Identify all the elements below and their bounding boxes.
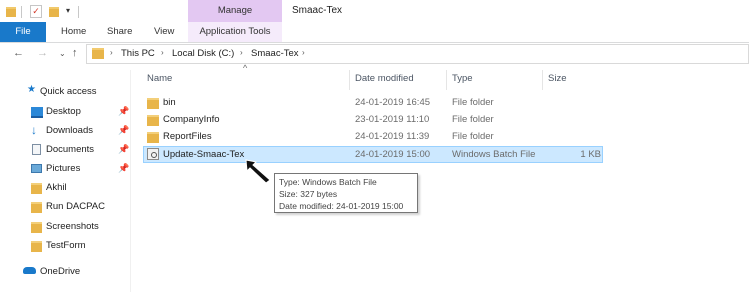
documents-icon bbox=[32, 144, 41, 155]
tab-share[interactable]: Share bbox=[107, 22, 132, 42]
nav-item-run-dacpac[interactable]: Run DACPAC bbox=[46, 201, 105, 212]
nav-item-onedrive[interactable]: OneDrive bbox=[40, 266, 80, 277]
column-divider[interactable] bbox=[446, 70, 447, 90]
title-bar bbox=[0, 0, 749, 24]
file-name[interactable]: bin bbox=[163, 97, 176, 108]
tab-file[interactable]: File bbox=[0, 22, 46, 42]
properties-icon[interactable]: ✓ bbox=[30, 5, 42, 18]
file-date: 24-01-2019 11:39 bbox=[355, 131, 430, 142]
tooltip-date: Date modified: 24-01-2019 15:00 bbox=[279, 201, 404, 211]
column-header-type[interactable]: Type bbox=[452, 73, 473, 84]
breadcrumb-local-disk[interactable]: Local Disk (C:) bbox=[172, 48, 234, 59]
file-date: 23-01-2019 11:10 bbox=[355, 114, 430, 125]
tooltip-size: Size: 327 bytes bbox=[279, 189, 338, 199]
star-icon: ★ bbox=[27, 84, 36, 95]
column-header-date-modified[interactable]: Date modified bbox=[355, 73, 414, 84]
up-arrow-icon[interactable]: ↑ bbox=[72, 47, 78, 59]
download-icon: ↓ bbox=[31, 123, 37, 137]
file-name[interactable]: Update-Smaac-Tex bbox=[163, 149, 244, 160]
file-type: File folder bbox=[452, 97, 494, 108]
tab-home[interactable]: Home bbox=[61, 22, 86, 42]
file-type: Windows Batch File bbox=[452, 149, 536, 160]
folder-icon bbox=[147, 98, 159, 109]
tab-view[interactable]: View bbox=[154, 22, 174, 42]
nav-item-downloads[interactable]: Downloads bbox=[46, 125, 93, 136]
file-date: 24-01-2019 15:00 bbox=[355, 149, 431, 160]
folder-icon bbox=[31, 222, 42, 233]
file-name[interactable]: ReportFiles bbox=[163, 131, 212, 142]
pictures-icon bbox=[31, 164, 42, 173]
pane-divider[interactable] bbox=[130, 70, 131, 292]
column-header-size[interactable]: Size bbox=[548, 73, 566, 84]
toolbar-divider bbox=[21, 6, 22, 18]
file-type: File folder bbox=[452, 131, 494, 142]
chevron-right-icon[interactable]: › bbox=[161, 48, 164, 57]
tooltip-type: Type: Windows Batch File bbox=[279, 177, 377, 187]
sort-ascending-icon: ^ bbox=[243, 63, 248, 73]
file-info-tooltip: Type: Windows Batch File Size: 327 bytes… bbox=[274, 173, 418, 213]
column-divider[interactable] bbox=[349, 70, 350, 90]
cloud-icon bbox=[23, 267, 36, 274]
nav-item-akhil[interactable]: Akhil bbox=[46, 182, 67, 193]
folder-icon bbox=[31, 183, 42, 194]
nav-item-testform[interactable]: TestForm bbox=[46, 240, 86, 251]
nav-item-screenshots[interactable]: Screenshots bbox=[46, 221, 99, 232]
new-folder-icon[interactable] bbox=[49, 7, 59, 17]
pin-icon[interactable]: 📌 bbox=[118, 144, 129, 155]
recent-locations-chevron-icon[interactable]: ⌄ bbox=[59, 49, 66, 58]
pin-icon[interactable]: 📌 bbox=[118, 163, 129, 174]
back-arrow-icon[interactable]: ← bbox=[13, 47, 24, 59]
chevron-right-icon[interactable]: › bbox=[240, 48, 243, 57]
folder-icon bbox=[147, 132, 159, 143]
batch-file-icon bbox=[147, 148, 159, 160]
desktop-icon bbox=[31, 107, 43, 118]
folder-icon bbox=[6, 7, 16, 17]
nav-item-quick-access[interactable]: Quick access bbox=[40, 86, 97, 97]
file-date: 24-01-2019 16:45 bbox=[355, 97, 431, 108]
folder-icon bbox=[31, 241, 42, 252]
window-title: Smaac-Tex bbox=[292, 5, 343, 16]
breadcrumb-smaac-tex[interactable]: Smaac-Tex bbox=[251, 48, 299, 59]
folder-icon bbox=[31, 202, 42, 213]
tab-application-tools[interactable]: Application Tools bbox=[188, 22, 282, 42]
toolbar-divider bbox=[78, 6, 79, 18]
file-name[interactable]: CompanyInfo bbox=[163, 114, 220, 125]
column-header-name[interactable]: Name bbox=[147, 73, 172, 84]
chevron-right-icon[interactable]: › bbox=[302, 48, 305, 57]
mouse-pointer-arrow-icon bbox=[245, 159, 271, 184]
file-type: File folder bbox=[452, 114, 494, 125]
pin-icon[interactable]: 📌 bbox=[118, 106, 129, 117]
nav-item-pictures[interactable]: Pictures bbox=[46, 163, 80, 174]
file-size: 1 KB bbox=[580, 149, 601, 160]
forward-arrow-icon[interactable]: → bbox=[37, 47, 48, 59]
folder-icon bbox=[147, 115, 159, 126]
chevron-right-icon[interactable]: › bbox=[110, 48, 113, 57]
column-divider[interactable] bbox=[542, 70, 543, 90]
nav-item-documents[interactable]: Documents bbox=[46, 144, 94, 155]
pin-icon[interactable]: 📌 bbox=[118, 125, 129, 136]
manage-context-tab[interactable]: Manage bbox=[188, 0, 282, 22]
nav-item-desktop[interactable]: Desktop bbox=[46, 106, 81, 117]
customize-toolbar-dropdown-icon[interactable]: ▾ bbox=[66, 6, 70, 15]
breadcrumb-this-pc[interactable]: This PC bbox=[121, 48, 155, 59]
folder-icon bbox=[92, 48, 104, 59]
